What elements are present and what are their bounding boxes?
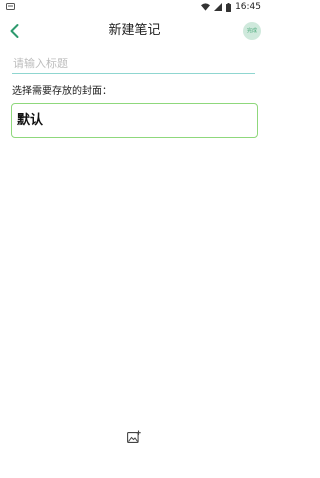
cover-selected-value: 默认 xyxy=(17,113,44,128)
notification-icon xyxy=(6,3,15,10)
wifi-icon xyxy=(201,3,211,11)
done-button[interactable]: 完成 xyxy=(243,22,261,40)
signal-icon xyxy=(214,3,223,11)
note-editor-screen: 16:45 新建笔记 完成 选择需要存放的封面： 默认 xyxy=(0,0,269,478)
page-title: 新建笔记 xyxy=(108,23,161,38)
status-time: 16:45 xyxy=(235,2,261,12)
status-icons: 16:45 xyxy=(201,2,261,12)
app-bar: 新建笔记 完成 xyxy=(0,14,269,48)
cover-label: 选择需要存放的封面： xyxy=(12,86,112,97)
cover-select[interactable]: 默认 xyxy=(11,103,258,138)
battery-icon xyxy=(226,2,232,12)
status-bar: 16:45 xyxy=(0,0,269,14)
image-add-icon[interactable] xyxy=(127,430,141,443)
title-input[interactable] xyxy=(12,54,255,74)
